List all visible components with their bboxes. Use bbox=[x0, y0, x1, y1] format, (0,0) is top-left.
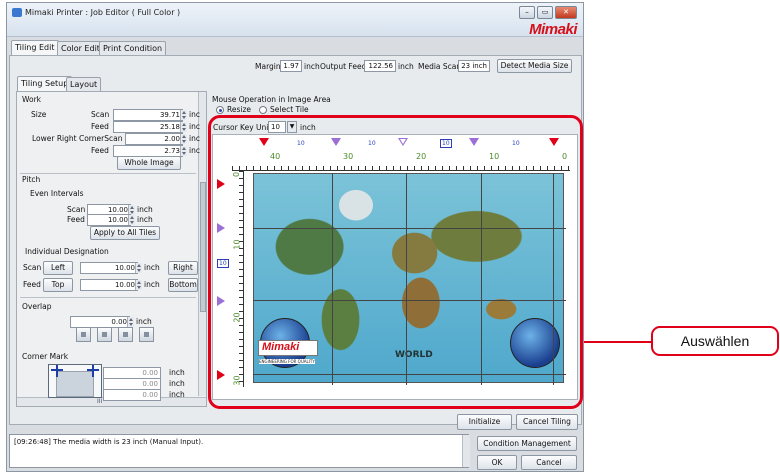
maximize-button[interactable]: ▭ bbox=[537, 6, 553, 19]
log-scrollbar[interactable] bbox=[462, 435, 470, 467]
individual-feed-spinner[interactable] bbox=[135, 280, 142, 290]
pitch-feed-unit: inch bbox=[137, 215, 153, 224]
pitch-feed-spinner[interactable] bbox=[128, 215, 135, 225]
overlap-bottom-icon[interactable] bbox=[139, 327, 154, 342]
individual-designation-heading: Individual Designation bbox=[25, 247, 109, 256]
detect-media-size-button[interactable]: Detect Media Size bbox=[497, 59, 572, 73]
select-tile-radio[interactable] bbox=[259, 106, 267, 114]
window-title: Mimaki Printer : Job Editor ( Full Color… bbox=[25, 8, 181, 17]
tab-layout[interactable]: Layout bbox=[66, 77, 102, 91]
overlap-right-icon[interactable] bbox=[118, 327, 133, 342]
work-feed-spinner[interactable] bbox=[180, 122, 187, 132]
work-scan-field[interactable]: 39.71 bbox=[113, 109, 183, 121]
lr-feed-spinner[interactable] bbox=[180, 146, 187, 156]
apply-to-all-tiles-button[interactable]: Apply to All Tiles bbox=[90, 226, 160, 240]
overlap-left-icon[interactable] bbox=[76, 327, 91, 342]
lr-scan-spinner[interactable] bbox=[180, 134, 187, 144]
lr-feed-unit: inc bbox=[189, 146, 200, 155]
output-feed-unit: inch bbox=[398, 62, 414, 71]
work-feed-field[interactable]: 25.18 bbox=[113, 121, 183, 133]
brand-logo: Mimaki bbox=[529, 21, 577, 38]
pitch-feed-field[interactable]: 10.00 bbox=[87, 214, 131, 226]
tab-tiling-setup[interactable]: Tiling Setup bbox=[17, 76, 73, 91]
overlap-heading: Overlap bbox=[22, 302, 52, 311]
work-heading: Work bbox=[22, 95, 41, 104]
selection-highlight bbox=[208, 115, 583, 409]
callout-connector bbox=[584, 341, 652, 343]
divider bbox=[20, 173, 196, 174]
work-scan-label: Scan bbox=[91, 110, 110, 119]
corner-mark-preview-icon bbox=[48, 364, 102, 398]
hscroll-thumb-grip: III bbox=[97, 398, 103, 405]
select-tile-label: Select Tile bbox=[270, 105, 309, 114]
condition-management-button[interactable]: Condition Management bbox=[477, 436, 577, 451]
work-scan-spinner[interactable] bbox=[180, 110, 187, 120]
media-scan-field[interactable]: 23 inch bbox=[458, 60, 490, 72]
individual-feed-label: Feed bbox=[23, 280, 41, 289]
output-feed-field[interactable]: 122.56 bbox=[364, 60, 396, 72]
minimize-button[interactable]: – bbox=[519, 6, 535, 19]
overlap-unit: inch bbox=[136, 317, 152, 326]
message-log: [09:26:48] The media width is 23 inch (M… bbox=[9, 434, 469, 468]
margin-label: Margin bbox=[255, 62, 281, 71]
individual-feed-field[interactable]: 10.00 bbox=[80, 279, 138, 291]
size-label: Size bbox=[31, 110, 47, 119]
output-feed-label: Output Feed bbox=[320, 62, 367, 71]
individual-scan-spinner[interactable] bbox=[135, 263, 142, 273]
even-intervals-label: Even Intervals bbox=[30, 189, 84, 198]
corner-mark-unit-3: inch bbox=[169, 390, 185, 399]
corner-mark-unit-2: inch bbox=[169, 379, 185, 388]
tab-print-condition[interactable]: Print Condition bbox=[99, 41, 167, 55]
individual-scan-field[interactable]: 10.00 bbox=[80, 262, 138, 274]
work-scan-unit: inc bbox=[189, 110, 200, 119]
individual-feed-unit: inch bbox=[144, 280, 160, 289]
overlap-spinner[interactable] bbox=[127, 317, 134, 327]
settings-scroll-thumb[interactable] bbox=[200, 182, 206, 312]
app-icon bbox=[12, 8, 22, 17]
overlap-top-icon[interactable] bbox=[97, 327, 112, 342]
work-feed-label: Feed bbox=[91, 122, 109, 131]
tab-color-edit[interactable]: Color Edit bbox=[57, 41, 104, 55]
individual-scan-unit: inch bbox=[144, 263, 160, 272]
pitch-scan-label: Scan bbox=[67, 205, 86, 214]
work-feed-unit: inc bbox=[189, 122, 200, 131]
lr-scan-unit: inc bbox=[189, 134, 200, 143]
right-button[interactable]: Right bbox=[168, 261, 198, 275]
corner-mark-heading: Corner Mark bbox=[22, 352, 69, 361]
whole-image-button[interactable]: Whole Image bbox=[117, 156, 181, 170]
margin-unit: inch bbox=[304, 62, 320, 71]
mouse-operation-heading: Mouse Operation in Image Area bbox=[212, 95, 331, 104]
cancel-tiling-button[interactable]: Cancel Tiling bbox=[516, 414, 578, 430]
callout-label: Auswählen bbox=[651, 326, 779, 356]
pitch-scan-unit: inch bbox=[137, 205, 153, 214]
individual-scan-label: Scan bbox=[23, 263, 42, 272]
initialize-button[interactable]: Initialize bbox=[457, 414, 512, 430]
media-scan-label: Media Scan bbox=[418, 62, 462, 71]
lower-right-corner-label: Lower Right CornerScan bbox=[32, 134, 123, 143]
lr-scan-field[interactable]: 2.00 bbox=[125, 133, 183, 145]
top-button[interactable]: Top bbox=[43, 278, 73, 292]
pitch-feed-label: Feed bbox=[67, 215, 85, 224]
resize-label: Resize bbox=[227, 105, 252, 114]
tab-tiling-edit[interactable]: Tiling Edit bbox=[11, 40, 59, 55]
cancel-button[interactable]: Cancel bbox=[521, 455, 577, 470]
lr-feed-label: Feed bbox=[91, 146, 109, 155]
log-message: [09:26:48] The media width is 23 inch (M… bbox=[14, 438, 204, 446]
ok-button[interactable]: OK bbox=[477, 455, 517, 470]
resize-radio[interactable] bbox=[216, 106, 224, 114]
margin-field[interactable]: 1.97 bbox=[280, 60, 302, 72]
bottom-button[interactable]: Bottom bbox=[168, 278, 198, 292]
title-bar: Mimaki Printer : Job Editor ( Full Color… bbox=[7, 3, 583, 38]
corner-mark-unit-1: inch bbox=[169, 368, 185, 377]
corner-mark-field-3[interactable]: 0.00 bbox=[103, 389, 161, 401]
divider bbox=[20, 297, 196, 298]
close-button[interactable]: ✕ bbox=[555, 6, 577, 19]
pitch-heading: Pitch bbox=[22, 175, 41, 184]
left-button[interactable]: Left bbox=[43, 261, 73, 275]
